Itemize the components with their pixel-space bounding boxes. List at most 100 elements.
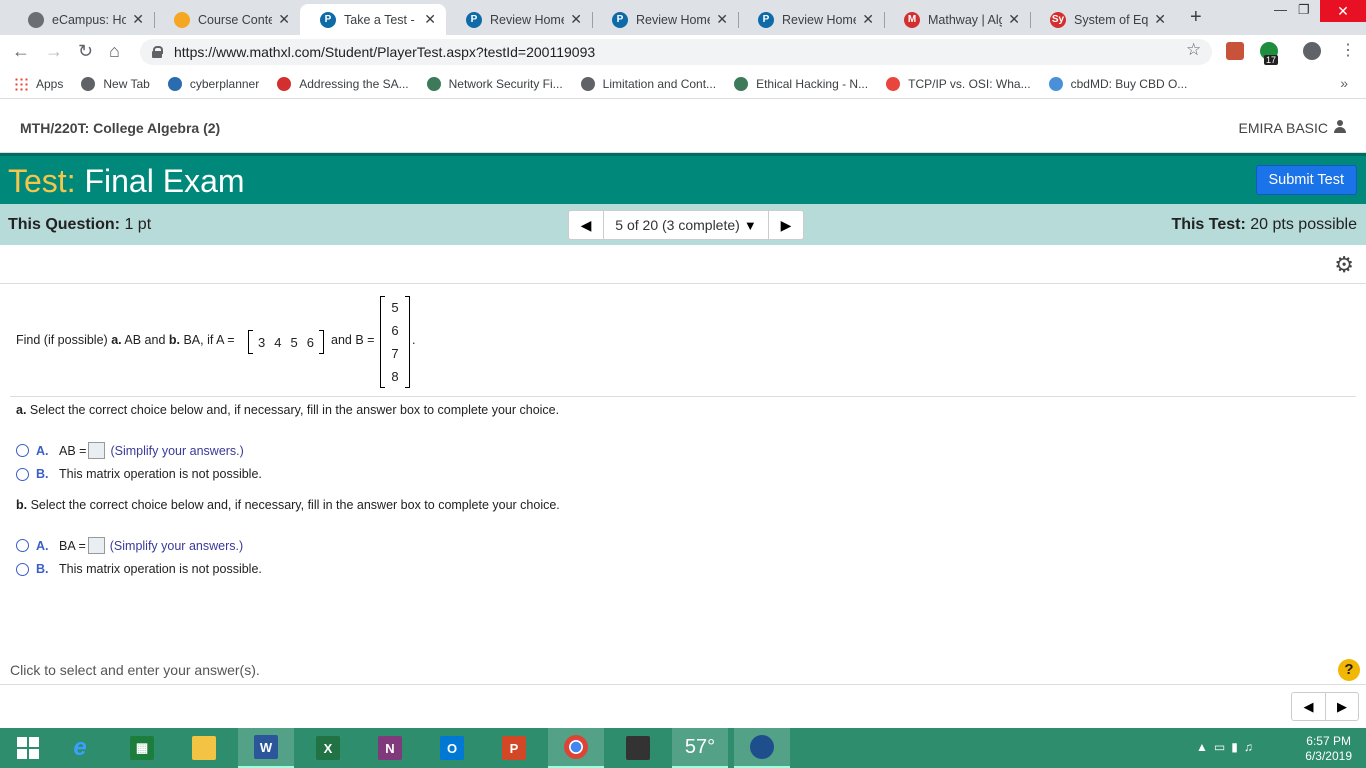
next-question-button[interactable]: ▶ xyxy=(769,211,803,239)
matrix-b-entry: 6 xyxy=(391,323,399,338)
bookmark-item[interactable]: cyberplanner xyxy=(167,76,259,91)
tab-close-icon[interactable]: ✕ xyxy=(1154,11,1166,28)
question-period: . xyxy=(412,333,416,347)
ba-answer-box[interactable] xyxy=(87,537,105,554)
back-button[interactable]: ← xyxy=(12,41,30,62)
tab-close-icon[interactable]: ✕ xyxy=(1008,11,1020,28)
restore-button[interactable]: ❐ xyxy=(1298,2,1310,18)
browser-tab[interactable]: Sy System of Equa ✕ xyxy=(1030,4,1176,35)
part-b-choice-a-text: BA = xyxy=(59,538,86,553)
part-a-choice-b-text: This matrix operation is not possible. xyxy=(59,467,262,481)
pager-next-button[interactable]: ▶ xyxy=(1325,693,1358,720)
taskbar-excel[interactable]: X xyxy=(300,728,356,768)
start-button[interactable] xyxy=(0,728,56,768)
help-icon[interactable]: ? xyxy=(1338,659,1360,681)
bookmark-star-icon[interactable]: ☆ xyxy=(1186,40,1201,60)
part-a-choice-b[interactable]: B. This matrix operation is not possible… xyxy=(16,467,262,481)
matrix-b: 5 6 7 8 xyxy=(380,296,410,388)
part-a-choice-a-radio[interactable] xyxy=(16,444,29,457)
part-b-choice-a-radio[interactable] xyxy=(16,539,29,552)
browser-tab[interactable]: Course Content ✕ xyxy=(154,4,300,35)
part-b-choice-b-text: This matrix operation is not possible. xyxy=(59,562,262,576)
system-clock[interactable]: 6:57 PM 6/3/2019 xyxy=(1305,734,1352,764)
taskbar-word[interactable]: W xyxy=(238,728,294,768)
bookmark-item[interactable]: Network Security Fi... xyxy=(426,76,563,91)
caret-down-icon: ▼ xyxy=(743,217,757,233)
bookmarks-overflow-icon[interactable]: » xyxy=(1340,75,1348,91)
taskbar-powerpoint[interactable]: P xyxy=(486,728,542,768)
this-question-value: 1 pt xyxy=(124,216,152,233)
bookmark-item[interactable]: cbdMD: Buy CBD O... xyxy=(1048,76,1188,91)
part-a-prompt: a. Select the correct choice below and, … xyxy=(16,403,559,417)
pdf-extension-icon[interactable] xyxy=(1226,42,1244,60)
taskbar-app[interactable] xyxy=(610,728,666,768)
taskbar-chrome[interactable] xyxy=(548,728,604,768)
browser-menu-icon[interactable]: ⋮ xyxy=(1340,40,1356,60)
browser-tab[interactable]: P Take a Test - El ✕ xyxy=(300,4,446,35)
bookmark-item[interactable]: Limitation and Cont... xyxy=(580,76,716,91)
bookmark-item[interactable]: TCP/IP vs. OSI: Wha... xyxy=(886,76,1031,91)
ab-answer-box[interactable] xyxy=(88,442,106,459)
tab-separator xyxy=(1030,12,1031,28)
part-a-choice-a-text: AB = xyxy=(59,443,87,458)
matrix-a-entry: 4 xyxy=(274,334,282,350)
taskbar-app-2[interactable] xyxy=(734,728,790,768)
tab-favicon-icon: P xyxy=(758,11,774,28)
window-close-button[interactable]: ✕ xyxy=(1320,0,1366,22)
tab-label: System of Equa xyxy=(1074,12,1149,27)
question-navigator: ◀ 5 of 20 (3 complete) ▼ ▶ xyxy=(568,210,804,240)
browser-tab[interactable]: M Mathway | Alge ✕ xyxy=(884,4,1030,35)
this-test-value: 20 pts possible xyxy=(1250,216,1357,233)
part-a-choice-b-radio[interactable] xyxy=(16,467,29,481)
bookmark-item[interactable]: Addressing the SA... xyxy=(277,76,409,91)
tab-close-icon[interactable]: ✕ xyxy=(716,11,728,28)
taskbar-file-explorer[interactable] xyxy=(176,728,232,768)
taskbar-onenote[interactable]: N xyxy=(362,728,418,768)
part-b-choice-a[interactable]: A. BA = (Simplify your answers.) xyxy=(16,537,243,554)
bookmark-item[interactable]: Apps xyxy=(14,76,63,91)
previous-question-button[interactable]: ◀ xyxy=(569,211,603,239)
profile-avatar-icon[interactable] xyxy=(1303,42,1321,60)
browser-tab[interactable]: P Review Homew ✕ xyxy=(446,4,592,35)
reload-button[interactable]: ↻ xyxy=(78,41,93,62)
tab-favicon-icon: Sy xyxy=(1050,11,1066,28)
part-a-choice-a[interactable]: A. AB = (Simplify your answers.) xyxy=(16,442,244,459)
taskbar-outlook[interactable]: O xyxy=(424,728,480,768)
taskbar-weather[interactable]: 57° xyxy=(672,728,728,768)
pager-previous-button[interactable]: ◀ xyxy=(1292,693,1325,720)
home-button[interactable]: ⌂ xyxy=(109,41,120,62)
browser-tab[interactable]: P Review Homew ✕ xyxy=(592,4,738,35)
minimize-button[interactable]: — xyxy=(1274,2,1287,17)
address-bar[interactable]: https://www.mathxl.com/Student/PlayerTes… xyxy=(140,39,1212,65)
browser-tab[interactable]: P Review Homew ✕ xyxy=(738,4,884,35)
bookmark-label: cbdMD: Buy CBD O... xyxy=(1070,76,1188,91)
user-name[interactable]: EMIRA BASIC xyxy=(1239,120,1328,136)
part-b-choice-b-radio[interactable] xyxy=(16,562,29,576)
question-text-mid1: AB and xyxy=(121,333,169,347)
matrix-a-right-bracket xyxy=(318,330,324,354)
browser-toolbar: ← → ↻ ⌂ https://www.mathxl.com/Student/P… xyxy=(0,35,1366,69)
question-selector-dropdown[interactable]: 5 of 20 (3 complete) ▼ xyxy=(603,211,769,239)
browser-tab[interactable]: eCampus: Hom ✕ xyxy=(8,4,154,35)
forward-button[interactable]: → xyxy=(45,41,63,62)
new-tab-button[interactable]: + xyxy=(1190,6,1202,29)
clock-time: 6:57 PM xyxy=(1306,734,1351,748)
part-b-choice-b[interactable]: B. This matrix operation is not possible… xyxy=(16,562,262,576)
system-tray-icons[interactable]: ▲▭▮♫ xyxy=(1196,740,1259,754)
tab-label: Review Homew xyxy=(782,12,856,27)
matrix-b-right-bracket xyxy=(405,296,410,388)
tab-close-icon[interactable]: ✕ xyxy=(424,11,436,28)
bookmark-item[interactable]: Ethical Hacking - N... xyxy=(734,76,868,91)
bookmark-item[interactable]: New Tab xyxy=(81,76,150,91)
taskbar-edge[interactable]: e xyxy=(52,728,108,768)
submit-test-button[interactable]: Submit Test xyxy=(1255,165,1357,195)
part-b-choice-a-letter: A. xyxy=(36,538,49,553)
tab-close-icon[interactable]: ✕ xyxy=(132,11,144,28)
gear-icon[interactable]: ⚙ xyxy=(1334,252,1354,278)
tab-close-icon[interactable]: ✕ xyxy=(862,11,874,28)
taskbar-store[interactable]: ▦ xyxy=(114,728,170,768)
part-a-simplify-hint: (Simplify your answers.) xyxy=(110,443,244,458)
part-a-letter: a. xyxy=(16,403,27,417)
tab-close-icon[interactable]: ✕ xyxy=(570,11,582,28)
tab-close-icon[interactable]: ✕ xyxy=(278,11,290,28)
